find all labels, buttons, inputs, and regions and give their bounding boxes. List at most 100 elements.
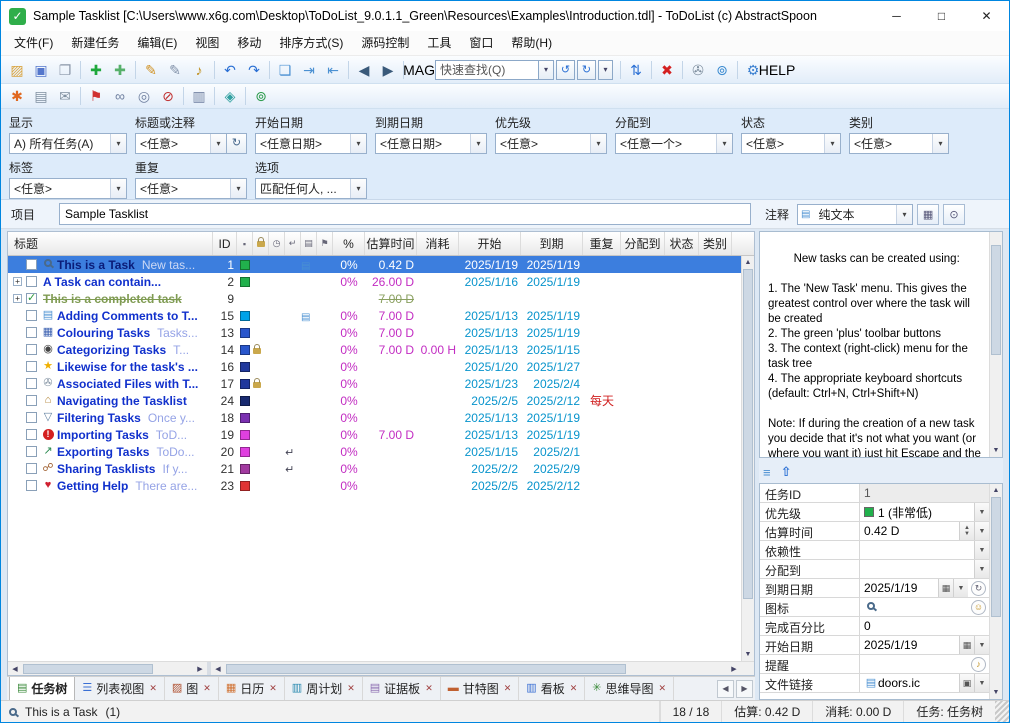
column-header-lock-col-icon[interactable] [253, 232, 269, 255]
open-button[interactable]: ▨ [5, 59, 29, 81]
chevron-down-icon[interactable]: ▾ [539, 60, 554, 80]
chevron-down-icon[interactable]: ▼ [974, 522, 989, 540]
close-icon[interactable]: ✕ [425, 683, 433, 694]
task-list-vertical-scrollbar[interactable]: ▲ ▼ [741, 256, 754, 661]
task-row[interactable]: ▤Adding Comments to T...15▤0%7.00 D2025/… [8, 307, 741, 324]
comments-scrollbar[interactable]: ▲ ▼ [989, 232, 1002, 457]
new-subtask-button[interactable]: ✚ [108, 59, 132, 81]
icon-button[interactable]: ☺ [971, 600, 986, 615]
column-header-状态[interactable]: 状态 [665, 232, 699, 255]
attribute-groups-icon[interactable]: ≡ [763, 465, 771, 480]
find-button[interactable]: MAG [407, 59, 431, 81]
close-icon[interactable]: ✕ [149, 683, 157, 694]
save-button[interactable]: ▣ [29, 59, 53, 81]
link-button[interactable]: ∞ [108, 85, 132, 107]
task-checkbox[interactable] [26, 412, 37, 423]
scrollbar-thumb[interactable] [23, 664, 153, 674]
chevron-down-icon[interactable]: ▾ [350, 179, 366, 198]
task-row[interactable]: +This is a completed task97.00 D [8, 290, 741, 307]
chevron-down-icon[interactable]: ▾ [932, 134, 948, 153]
filter-combo[interactable]: <任意>▾ [495, 133, 607, 154]
maximize-button[interactable]: □ [919, 1, 964, 31]
menu-item-源码控制[interactable]: 源码控制 [352, 31, 418, 56]
task-checkbox[interactable] [26, 395, 37, 406]
search-next-button[interactable]: ↻ [577, 60, 596, 80]
task-checkbox[interactable] [26, 310, 37, 321]
quick-find-input[interactable]: 快速查找(Q) [435, 60, 539, 80]
column-header-priority-col-icon[interactable]: ▪ [237, 232, 253, 255]
scroll-left-icon[interactable]: ◀ [8, 665, 22, 673]
chevron-down-icon[interactable]: ▼ [974, 674, 989, 692]
task-checkbox[interactable] [26, 327, 37, 338]
task-row[interactable]: +A Task can contain...20%26.00 D2025/1/1… [8, 273, 741, 290]
scrollbar-thumb[interactable] [991, 245, 1001, 355]
tab-scroll-right-icon[interactable]: ▶ [736, 680, 753, 698]
column-header-标题[interactable]: 标题 [8, 232, 213, 255]
outdent-button[interactable]: ⇤ [321, 59, 345, 81]
task-checkbox[interactable] [26, 429, 37, 440]
task-checkbox[interactable] [26, 480, 37, 491]
calendar-icon[interactable]: ▦ [938, 579, 953, 597]
spinner-control[interactable]: ▲▼ [959, 522, 974, 540]
menu-item-帮助(H)[interactable]: 帮助(H) [502, 31, 561, 56]
column-header-到期[interactable]: 到期 [521, 232, 583, 255]
task-row[interactable]: ▽Filtering TasksOnce y...180%2025/1/1320… [8, 409, 741, 426]
edit-color-button[interactable]: ✎ [163, 59, 187, 81]
attribute-value[interactable]: 1 (非常低)▼ [860, 503, 989, 521]
close-icon[interactable]: ✕ [347, 683, 355, 694]
attribute-value[interactable]: 2025/1/19▦▼ [860, 636, 989, 654]
refresh-button[interactable]: ↻ [227, 133, 247, 154]
column-header-开始[interactable]: 开始 [459, 232, 521, 255]
tab-周计划[interactable]: ▥周计划✕ [285, 677, 363, 700]
search-prev-button[interactable]: ↺ [556, 60, 575, 80]
close-icon[interactable]: ✕ [269, 683, 277, 694]
task-row[interactable]: ⌂Navigating the Tasklist240%2025/2/52025… [8, 392, 741, 409]
filter-combo[interactable]: <任意日期>▾ [375, 133, 487, 154]
goggle-button[interactable]: ◎ [132, 85, 156, 107]
attachment-button[interactable]: ✇ [686, 59, 710, 81]
attribute-value[interactable]: 2025/1/19▦▼↻ [860, 579, 989, 597]
close-icon[interactable]: ✕ [570, 683, 578, 694]
expand-icon[interactable]: + [13, 294, 22, 303]
prev-task-button[interactable]: ◀ [352, 59, 376, 81]
chevron-down-icon[interactable]: ▾ [210, 134, 226, 153]
attribute-value[interactable]: ♪ [860, 655, 989, 673]
attribute-value[interactable]: ▼ [860, 541, 989, 559]
scroll-down-icon[interactable]: ▼ [990, 444, 1002, 457]
sort-attributes-icon[interactable]: ⇧ [781, 464, 792, 480]
columns-hscrollbar[interactable]: ◀ ▶ [211, 662, 741, 675]
close-icon[interactable]: ✕ [203, 683, 211, 694]
scroll-right-icon[interactable]: ▶ [727, 665, 741, 673]
copy-button[interactable]: ❐ [53, 59, 77, 81]
chevron-down-icon[interactable]: ▾ [230, 179, 246, 198]
chevron-down-icon[interactable]: ▾ [350, 134, 366, 153]
attribute-value[interactable]: 0.42 D▲▼▼ [860, 522, 989, 540]
scrollbar-thumb[interactable] [226, 664, 626, 674]
tab-甘特图[interactable]: ▬甘特图✕ [441, 677, 520, 700]
filter-combo[interactable]: <任意>▾ [849, 133, 949, 154]
filter-combo[interactable]: <任意>▾ [135, 178, 247, 199]
task-row[interactable]: ↗Exporting TasksToDo...20↵0%2025/1/15202… [8, 443, 741, 460]
undo-button[interactable]: ↶ [218, 59, 242, 81]
menu-item-文件(F)[interactable]: 文件(F) [5, 31, 62, 56]
menu-item-排序方式(S)[interactable]: 排序方式(S) [270, 31, 352, 56]
filter-combo[interactable]: <任意一个>▾ [615, 133, 733, 154]
edit-button[interactable]: ✎ [139, 59, 163, 81]
globe-button[interactable]: ⊚ [249, 85, 273, 107]
task-checkbox[interactable] [26, 259, 37, 270]
task-row[interactable]: ▦Colouring TasksTasks...130%7.00 D2025/1… [8, 324, 741, 341]
tab-看板[interactable]: ▥看板✕ [519, 677, 585, 700]
filter-combo[interactable]: 匹配任何人, ...▾ [255, 178, 367, 199]
sort-button[interactable]: ⇅ [624, 59, 648, 81]
menu-item-视图[interactable]: 视图 [186, 31, 228, 56]
redo-button[interactable]: ↷ [242, 59, 266, 81]
tab-任务树[interactable]: ▤任务树 [9, 677, 75, 700]
minimize-button[interactable]: ─ [874, 1, 919, 31]
spur-button[interactable]: ✱ [5, 85, 29, 107]
chevron-down-icon[interactable]: ▾ [110, 179, 126, 198]
help-button[interactable]: HELP [765, 59, 789, 81]
tab-证据板[interactable]: ▤证据板✕ [363, 677, 441, 700]
close-icon[interactable]: ✕ [504, 683, 512, 694]
filter-combo[interactable]: <任意>▾ [9, 178, 127, 199]
column-header-消耗[interactable]: 消耗 [417, 232, 459, 255]
